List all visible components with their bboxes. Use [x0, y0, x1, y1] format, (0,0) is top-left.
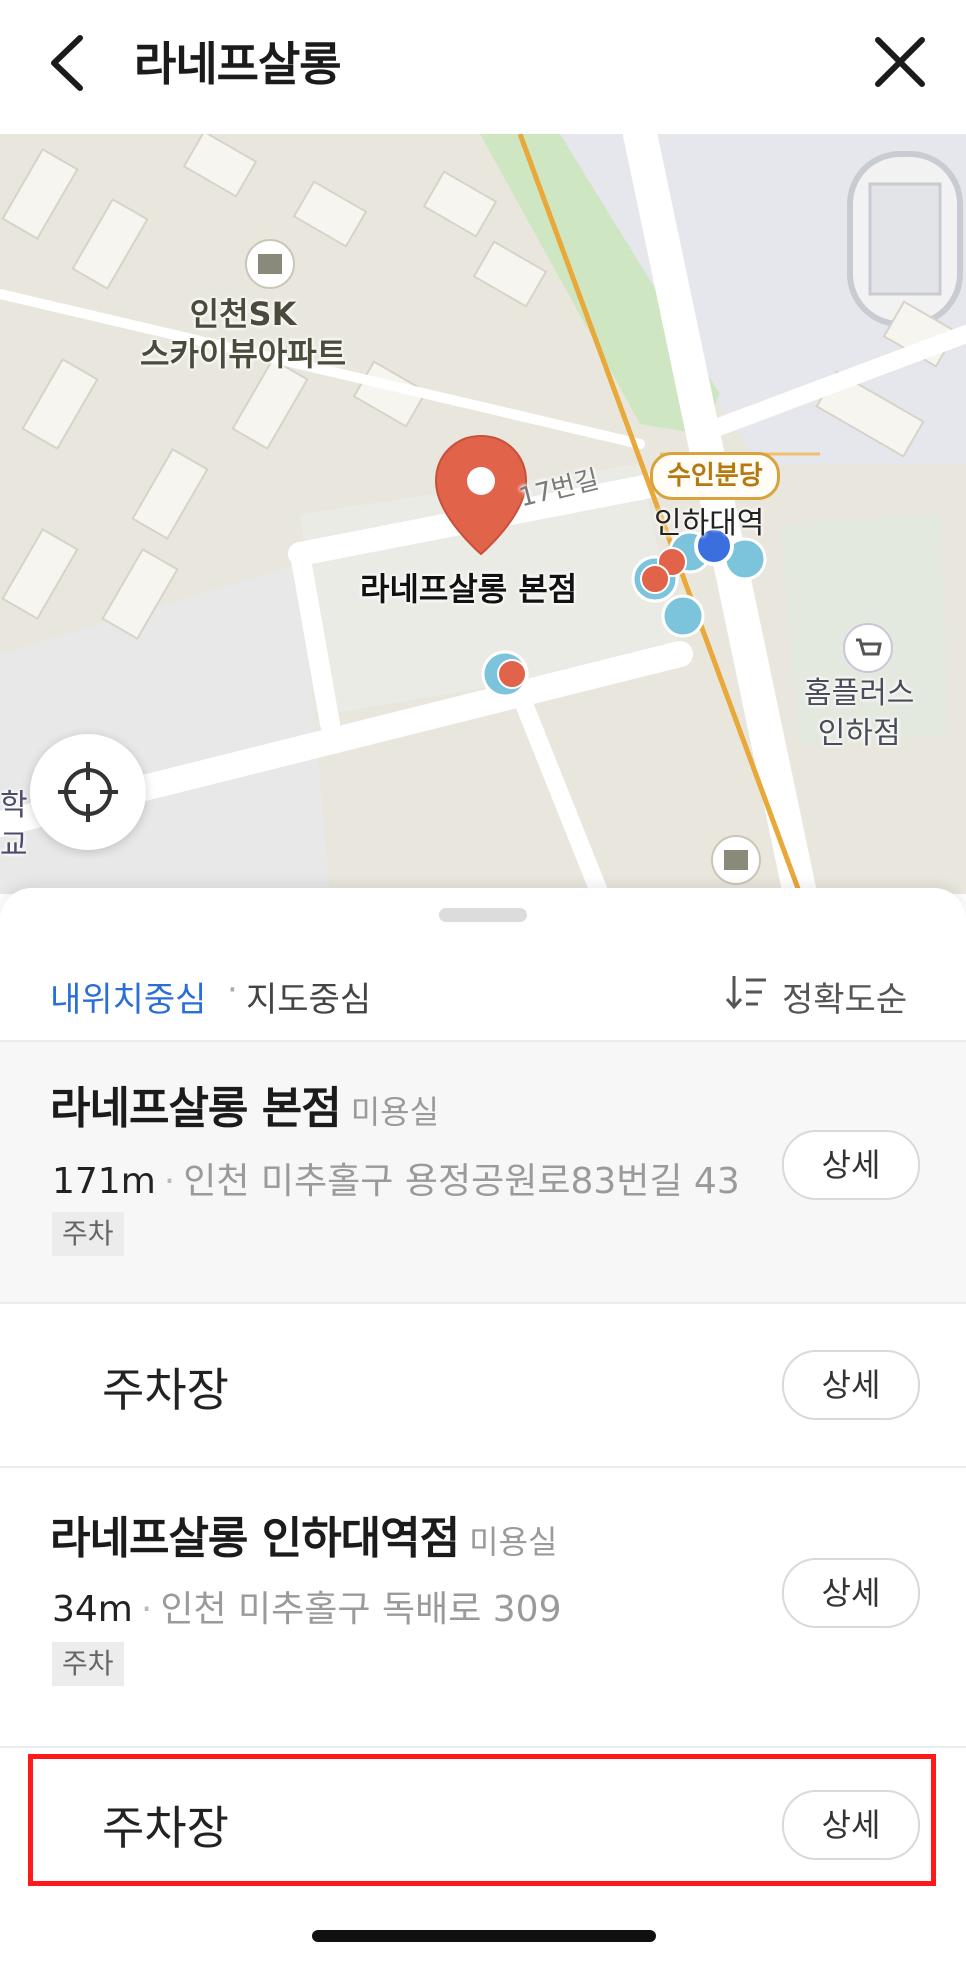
filter-bar: 내위치중심 · 지도중심 정확도순: [0, 948, 966, 1040]
result-distance: 34m: [52, 1589, 133, 1630]
sheet-drag-handle[interactable]: [439, 908, 527, 922]
result-item[interactable]: 라네프살롱 본점 미용실 171m · 인천 미추홀구 용정공원로83번길 43 주차…: [0, 1042, 966, 1302]
map-view[interactable]: 인천SK 스카이뷰아파트 17번길 수인분당 인하대역 라네프살롱 본점 홈플러…: [0, 134, 966, 894]
close-icon: [875, 37, 925, 87]
parking-label: 주차장: [102, 1801, 229, 1855]
results-sheet: 내위치중심 · 지도중심 정확도순 라네프살롱 본점 미용실 171m · 인천 미추…: [0, 888, 966, 1968]
meta-separator: ·: [140, 1589, 153, 1630]
store-label[interactable]: 홈플러스 인하점: [804, 674, 914, 754]
close-button[interactable]: [868, 30, 932, 94]
result-name: 라네프살롱 본점 미용실: [50, 1083, 440, 1134]
edge-label: 학 교: [0, 788, 28, 863]
station-label[interactable]: 인하대역: [654, 498, 764, 542]
back-button[interactable]: [40, 30, 100, 96]
filter-separator: ·: [227, 970, 238, 1010]
detail-button[interactable]: 상세: [782, 1790, 920, 1860]
sort-label: 정확도순: [782, 980, 908, 1020]
divider: [0, 1746, 966, 1748]
selected-place-label[interactable]: 라네프살롱 본점: [360, 564, 577, 610]
chevron-left-icon: [51, 35, 83, 91]
result-meta: 34m · 인천 미추홀구 독배로 309: [52, 1580, 561, 1632]
result-address: 인천 미추홀구 독배로 309: [160, 1589, 562, 1630]
parking-sub-item[interactable]: 주차장 상세: [0, 1304, 966, 1466]
parking-tag: 주차: [52, 1642, 124, 1686]
result-address: 인천 미추홀구 용정공원로83번길 43: [183, 1161, 740, 1202]
result-category: 미용실: [350, 1093, 440, 1131]
result-meta: 171m · 인천 미추홀구 용정공원로83번길 43: [52, 1152, 740, 1204]
top-bar: 라네프살롱: [0, 0, 966, 134]
result-name: 라네프살롱 인하대역점 미용실: [50, 1513, 558, 1564]
apartment-label: 인천SK 스카이뷰아파트: [140, 295, 347, 373]
result-category: 미용실: [469, 1523, 558, 1561]
filter-my-location[interactable]: 내위치중심: [50, 972, 206, 1021]
parking-sub-item[interactable]: 주차장 상세: [0, 1754, 966, 1886]
home-indicator[interactable]: [312, 1930, 656, 1942]
detail-button[interactable]: 상세: [782, 1130, 920, 1200]
page-title: 라네프살롱: [134, 37, 342, 91]
station-line-badge[interactable]: 수인분당: [650, 452, 780, 500]
parking-label: 주차장: [102, 1363, 229, 1417]
result-item[interactable]: 라네프살롱 인하대역점 미용실 34m · 인천 미추홀구 독배로 309 주차 상세: [0, 1468, 966, 1728]
detail-button[interactable]: 상세: [782, 1558, 920, 1628]
parking-tag: 주차: [52, 1212, 124, 1256]
crosshair-icon: [58, 762, 118, 822]
sort-descending-icon: [725, 976, 766, 1010]
result-distance: 171m: [52, 1161, 156, 1202]
detail-button[interactable]: 상세: [782, 1350, 920, 1420]
meta-separator: ·: [163, 1161, 176, 1202]
current-location-button[interactable]: [30, 734, 146, 850]
filter-map-center[interactable]: 지도중심: [246, 972, 371, 1021]
